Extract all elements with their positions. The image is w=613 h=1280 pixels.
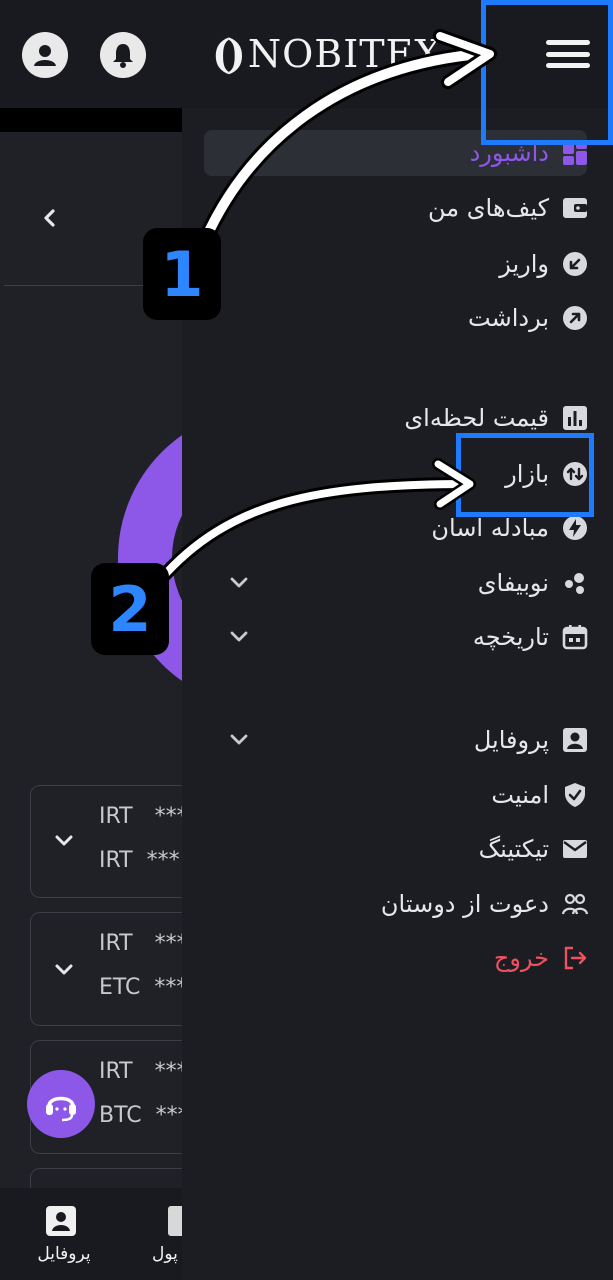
menu-label: بازار bbox=[505, 460, 549, 488]
invite-users-icon bbox=[561, 890, 589, 918]
market-swap-icon bbox=[561, 460, 589, 488]
profile-nav-icon[interactable] bbox=[44, 1204, 78, 1238]
wallet-icon bbox=[561, 194, 589, 222]
currency-code: IRT bbox=[99, 804, 133, 829]
menu-item-security[interactable]: امنیت bbox=[491, 775, 589, 815]
wallet-nav-icon[interactable] bbox=[168, 1206, 182, 1236]
top-strip bbox=[0, 108, 182, 132]
menu-item-withdraw[interactable]: برداشت bbox=[468, 298, 589, 338]
shield-check-icon bbox=[561, 781, 589, 809]
menu-item-deposit[interactable]: واریز bbox=[499, 244, 589, 284]
menu-label: قیمت لحظه‌ای bbox=[404, 404, 549, 432]
support-chat-button[interactable] bbox=[27, 1070, 95, 1138]
currency-code: ETC bbox=[99, 975, 141, 1000]
withdraw-arrow-icon bbox=[561, 304, 589, 332]
nav-profile-label[interactable]: پروفایل bbox=[36, 1244, 92, 1264]
envelope-icon bbox=[561, 835, 589, 863]
hidden-balance: *** bbox=[155, 1103, 182, 1128]
chevron-down-icon[interactable] bbox=[226, 727, 252, 753]
hidden-balance: *** bbox=[146, 848, 180, 873]
divider bbox=[4, 285, 182, 286]
lightning-icon bbox=[561, 514, 589, 542]
menu-item-invite[interactable]: دعوت از دوستان bbox=[381, 884, 589, 924]
menu-item-wallets[interactable]: کیف‌های من bbox=[428, 188, 589, 228]
app-header: () NOBITEX bbox=[0, 0, 613, 108]
hidden-balance: *** bbox=[154, 1059, 182, 1084]
menu-label: کیف‌های من bbox=[427, 194, 549, 222]
nobitex-logo-mark-icon: () bbox=[212, 30, 246, 78]
hidden-balance: *** bbox=[154, 931, 182, 956]
menu-item-nobifi[interactable]: نوبیفای bbox=[478, 563, 589, 603]
notification-button[interactable] bbox=[100, 32, 146, 78]
menu-item-market[interactable]: بازار bbox=[505, 454, 589, 494]
bottom-navigation: پروفایل پول bbox=[0, 1188, 182, 1280]
menu-label: خروج bbox=[493, 944, 549, 972]
currency-code: BTC bbox=[99, 1103, 142, 1128]
hidden-balance: *** bbox=[154, 975, 182, 1000]
currency-code: IRT bbox=[99, 931, 133, 956]
chevron-down-icon[interactable] bbox=[226, 624, 252, 650]
user-account-button[interactable] bbox=[22, 32, 68, 78]
menu-item-dashboard[interactable]: داشبورد bbox=[470, 133, 589, 173]
headset-support-icon bbox=[46, 1096, 76, 1122]
menu-item-logout[interactable]: خروج bbox=[494, 938, 589, 978]
brand-name: NOBITEX bbox=[247, 32, 443, 76]
asset-card[interactable]: IRT *** ETC *** bbox=[30, 912, 182, 1026]
side-drawer-menu: داشبورد کیف‌های من واریز برداشت قیمت لحظ… bbox=[182, 108, 613, 1280]
chevron-left-icon[interactable] bbox=[36, 204, 64, 232]
menu-label: واریز bbox=[499, 250, 549, 278]
currency-code: IRT bbox=[99, 848, 133, 873]
menu-item-ticketing[interactable]: تیکتینگ bbox=[479, 829, 589, 869]
chevron-down-icon[interactable] bbox=[51, 828, 77, 854]
nobifi-dots-icon bbox=[561, 569, 589, 597]
bar-chart-icon bbox=[561, 404, 589, 432]
deposit-arrow-icon bbox=[561, 250, 589, 278]
user-account-icon bbox=[34, 45, 56, 66]
menu-item-history[interactable]: تاریخچه bbox=[473, 617, 589, 657]
menu-label: امنیت bbox=[491, 781, 549, 809]
profile-card-icon bbox=[561, 726, 589, 754]
menu-label: پروفایل bbox=[473, 726, 549, 754]
background-page: IRT *** IRT *** IRT *** ETC *** IRT *** BTC **… bbox=[0, 108, 182, 1280]
menu-label: نوبیفای bbox=[477, 569, 549, 597]
asset-card[interactable]: IRT *** IRT *** bbox=[30, 785, 182, 898]
chevron-down-icon[interactable] bbox=[51, 957, 77, 983]
chevron-down-icon[interactable] bbox=[226, 570, 252, 596]
menu-item-profile[interactable]: پروفایل bbox=[474, 720, 589, 760]
menu-label: برداشت bbox=[468, 304, 549, 332]
dashboard-icon bbox=[561, 139, 589, 167]
menu-label: تیکتینگ bbox=[478, 835, 549, 863]
hidden-balance: *** bbox=[154, 804, 182, 829]
portfolio-donut-chart bbox=[118, 408, 182, 708]
menu-label: تاریخچه bbox=[472, 623, 549, 651]
nav-wallet-label[interactable]: پول bbox=[152, 1244, 178, 1264]
notification-bell-icon bbox=[113, 44, 133, 68]
hamburger-menu-icon[interactable] bbox=[546, 40, 590, 68]
calendar-icon bbox=[561, 623, 589, 651]
nobitex-logo[interactable]: () NOBITEX bbox=[212, 28, 442, 80]
menu-item-easy-exchange[interactable]: مبادله آسان bbox=[431, 508, 589, 548]
menu-label: داشبورد bbox=[469, 139, 549, 167]
menu-item-live-price[interactable]: قیمت لحظه‌ای bbox=[404, 398, 589, 438]
menu-label: دعوت از دوستان bbox=[380, 890, 549, 918]
menu-label: مبادله آسان bbox=[431, 514, 549, 542]
logout-icon bbox=[561, 944, 589, 972]
currency-code: IRT bbox=[99, 1059, 133, 1084]
